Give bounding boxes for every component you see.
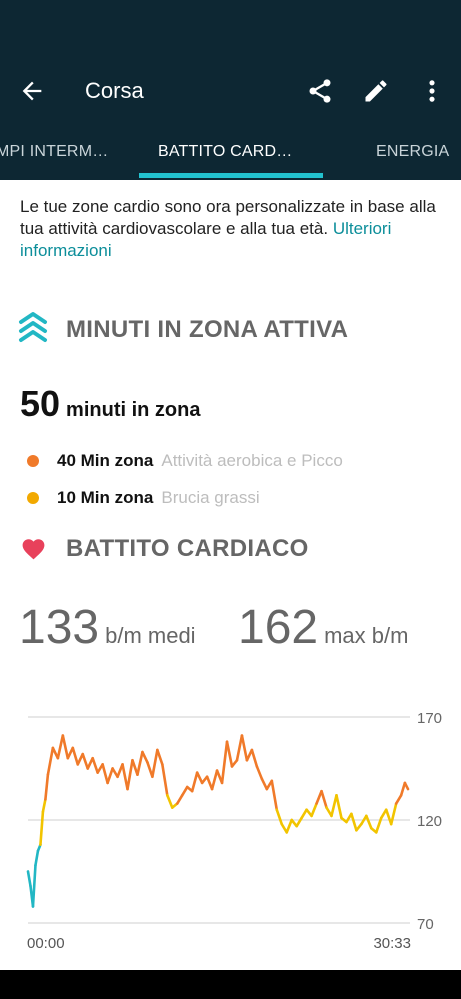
- y-tick-label: 170: [417, 710, 442, 727]
- heart-rate-segment: [180, 785, 189, 797]
- heart-rate-segment: [330, 793, 338, 818]
- tab-intervals[interactable]: MPI INTERM…: [0, 143, 108, 161]
- heart-rate-segment: [56, 734, 65, 760]
- heart-rate-segment: [31, 864, 37, 908]
- heart-rate-segment: [41, 798, 47, 814]
- page-title: Corsa: [85, 78, 144, 103]
- heart-rate-segment: [225, 740, 234, 768]
- x-tick-label: 30:33: [373, 935, 411, 952]
- heart-rate-segment: [161, 763, 169, 797]
- heart-rate-segment: [141, 750, 149, 764]
- heart-rate-segment: [44, 773, 50, 801]
- heart-rate-segment: [399, 781, 407, 797]
- active-zone-icon: [19, 312, 47, 342]
- heart-rate-segment: [285, 818, 293, 834]
- heart-rate-segment: [91, 756, 99, 774]
- heart-icon: [22, 539, 45, 560]
- heart-rate-segment: [156, 748, 164, 766]
- heart-rate-segment: [195, 771, 204, 785]
- heart-rate-segment: [121, 763, 129, 791]
- zone-dot-orange: [27, 455, 39, 467]
- heart-rate-segment: [151, 748, 159, 779]
- zone-desc-cardio: Attività aerobica e Picco: [161, 451, 343, 470]
- heart-rate-title: BATTITO CARDIACO: [66, 535, 309, 562]
- heart-rate-segment: [240, 734, 249, 762]
- heart-rate-segment: [190, 771, 199, 793]
- max-heart-rate-unit: max b/m: [324, 623, 409, 648]
- x-tick-label: 00:00: [27, 935, 65, 952]
- heart-rate-segment: [210, 769, 219, 791]
- heart-rate-segment: [365, 814, 373, 830]
- heart-rate-segment: [166, 793, 174, 809]
- heart-rate-segment: [26, 870, 32, 888]
- max-heart-rate-value: 162: [238, 601, 319, 654]
- heart-rate-segment: [310, 802, 318, 818]
- heart-rate-segment: [235, 734, 244, 762]
- intro-text: Le tue zone cardio sono ora personalizza…: [20, 196, 440, 262]
- heart-rate-segment: [270, 779, 279, 811]
- heart-rate-segment: [34, 849, 40, 867]
- active-minutes: 50 minuti in zona: [20, 383, 200, 425]
- heart-rate-segment: [81, 752, 90, 770]
- active-minutes-value: 50: [20, 383, 61, 424]
- edit-pencil-icon[interactable]: [362, 77, 390, 105]
- heart-rate-segment: [335, 793, 343, 820]
- max-heart-rate: 162 max b/m: [238, 600, 408, 655]
- avg-heart-rate: 133 b/m medi: [19, 600, 196, 655]
- share-icon[interactable]: [306, 77, 334, 105]
- heart-rate-segment: [260, 777, 269, 791]
- heart-rate-segment: [350, 812, 358, 832]
- heart-rate-segment: [295, 816, 303, 828]
- avg-heart-rate-unit: b/m medi: [105, 623, 196, 648]
- heart-rate-segment: [389, 802, 398, 826]
- active-minutes-unit: minuti in zona: [66, 399, 201, 421]
- heart-rate-segment: [126, 758, 134, 791]
- active-zone-title: MINUTI IN ZONA ATTIVA: [66, 316, 349, 343]
- heart-rate-segment: [320, 789, 328, 809]
- heart-rate-segment: [275, 808, 284, 826]
- heart-rate-segment: [136, 750, 144, 776]
- back-arrow-icon[interactable]: [18, 77, 46, 105]
- heart-rate-chart: 170 120 70 00:00 30:33: [26, 710, 442, 952]
- tab-bar: MPI INTERM… BATTITO CARD… ENERGIA: [0, 124, 461, 180]
- tab-indicator: [139, 173, 323, 178]
- heart-rate-segment: [71, 746, 80, 766]
- zone-label-cardio: 40 Min zona: [57, 451, 154, 470]
- app-bar: Corsa: [0, 58, 461, 124]
- status-bar: [0, 0, 461, 58]
- heart-rate-segment: [175, 793, 184, 805]
- heart-rate-segment: [300, 808, 308, 820]
- avg-heart-rate-value: 133: [19, 601, 100, 654]
- heart-rate-segment: [39, 810, 45, 847]
- zone-desc-fatburn: Brucia grassi: [161, 488, 260, 507]
- heart-rate-segment: [250, 748, 259, 768]
- y-tick-label: 120: [417, 813, 442, 830]
- heart-rate-segment: [220, 740, 229, 785]
- y-tick-label: 70: [417, 916, 434, 933]
- more-vert-icon[interactable]: [418, 77, 446, 105]
- heart-rate-segment: [106, 767, 114, 785]
- navigation-bar: [0, 970, 461, 999]
- tab-energy[interactable]: ENERGIA: [376, 143, 449, 161]
- tab-heart-rate[interactable]: BATTITO CARD…: [158, 143, 292, 161]
- heart-rate-segment: [255, 765, 264, 781]
- heart-rate-segment: [61, 734, 70, 760]
- zone-label-fatburn: 10 Min zona: [57, 488, 154, 507]
- heart-rate-segment: [403, 781, 410, 791]
- heart-rate-segment: [101, 763, 109, 785]
- heart-rate-segment: [46, 746, 55, 776]
- zone-dot-yellow: [27, 492, 39, 504]
- heart-rate-segment: [394, 793, 403, 805]
